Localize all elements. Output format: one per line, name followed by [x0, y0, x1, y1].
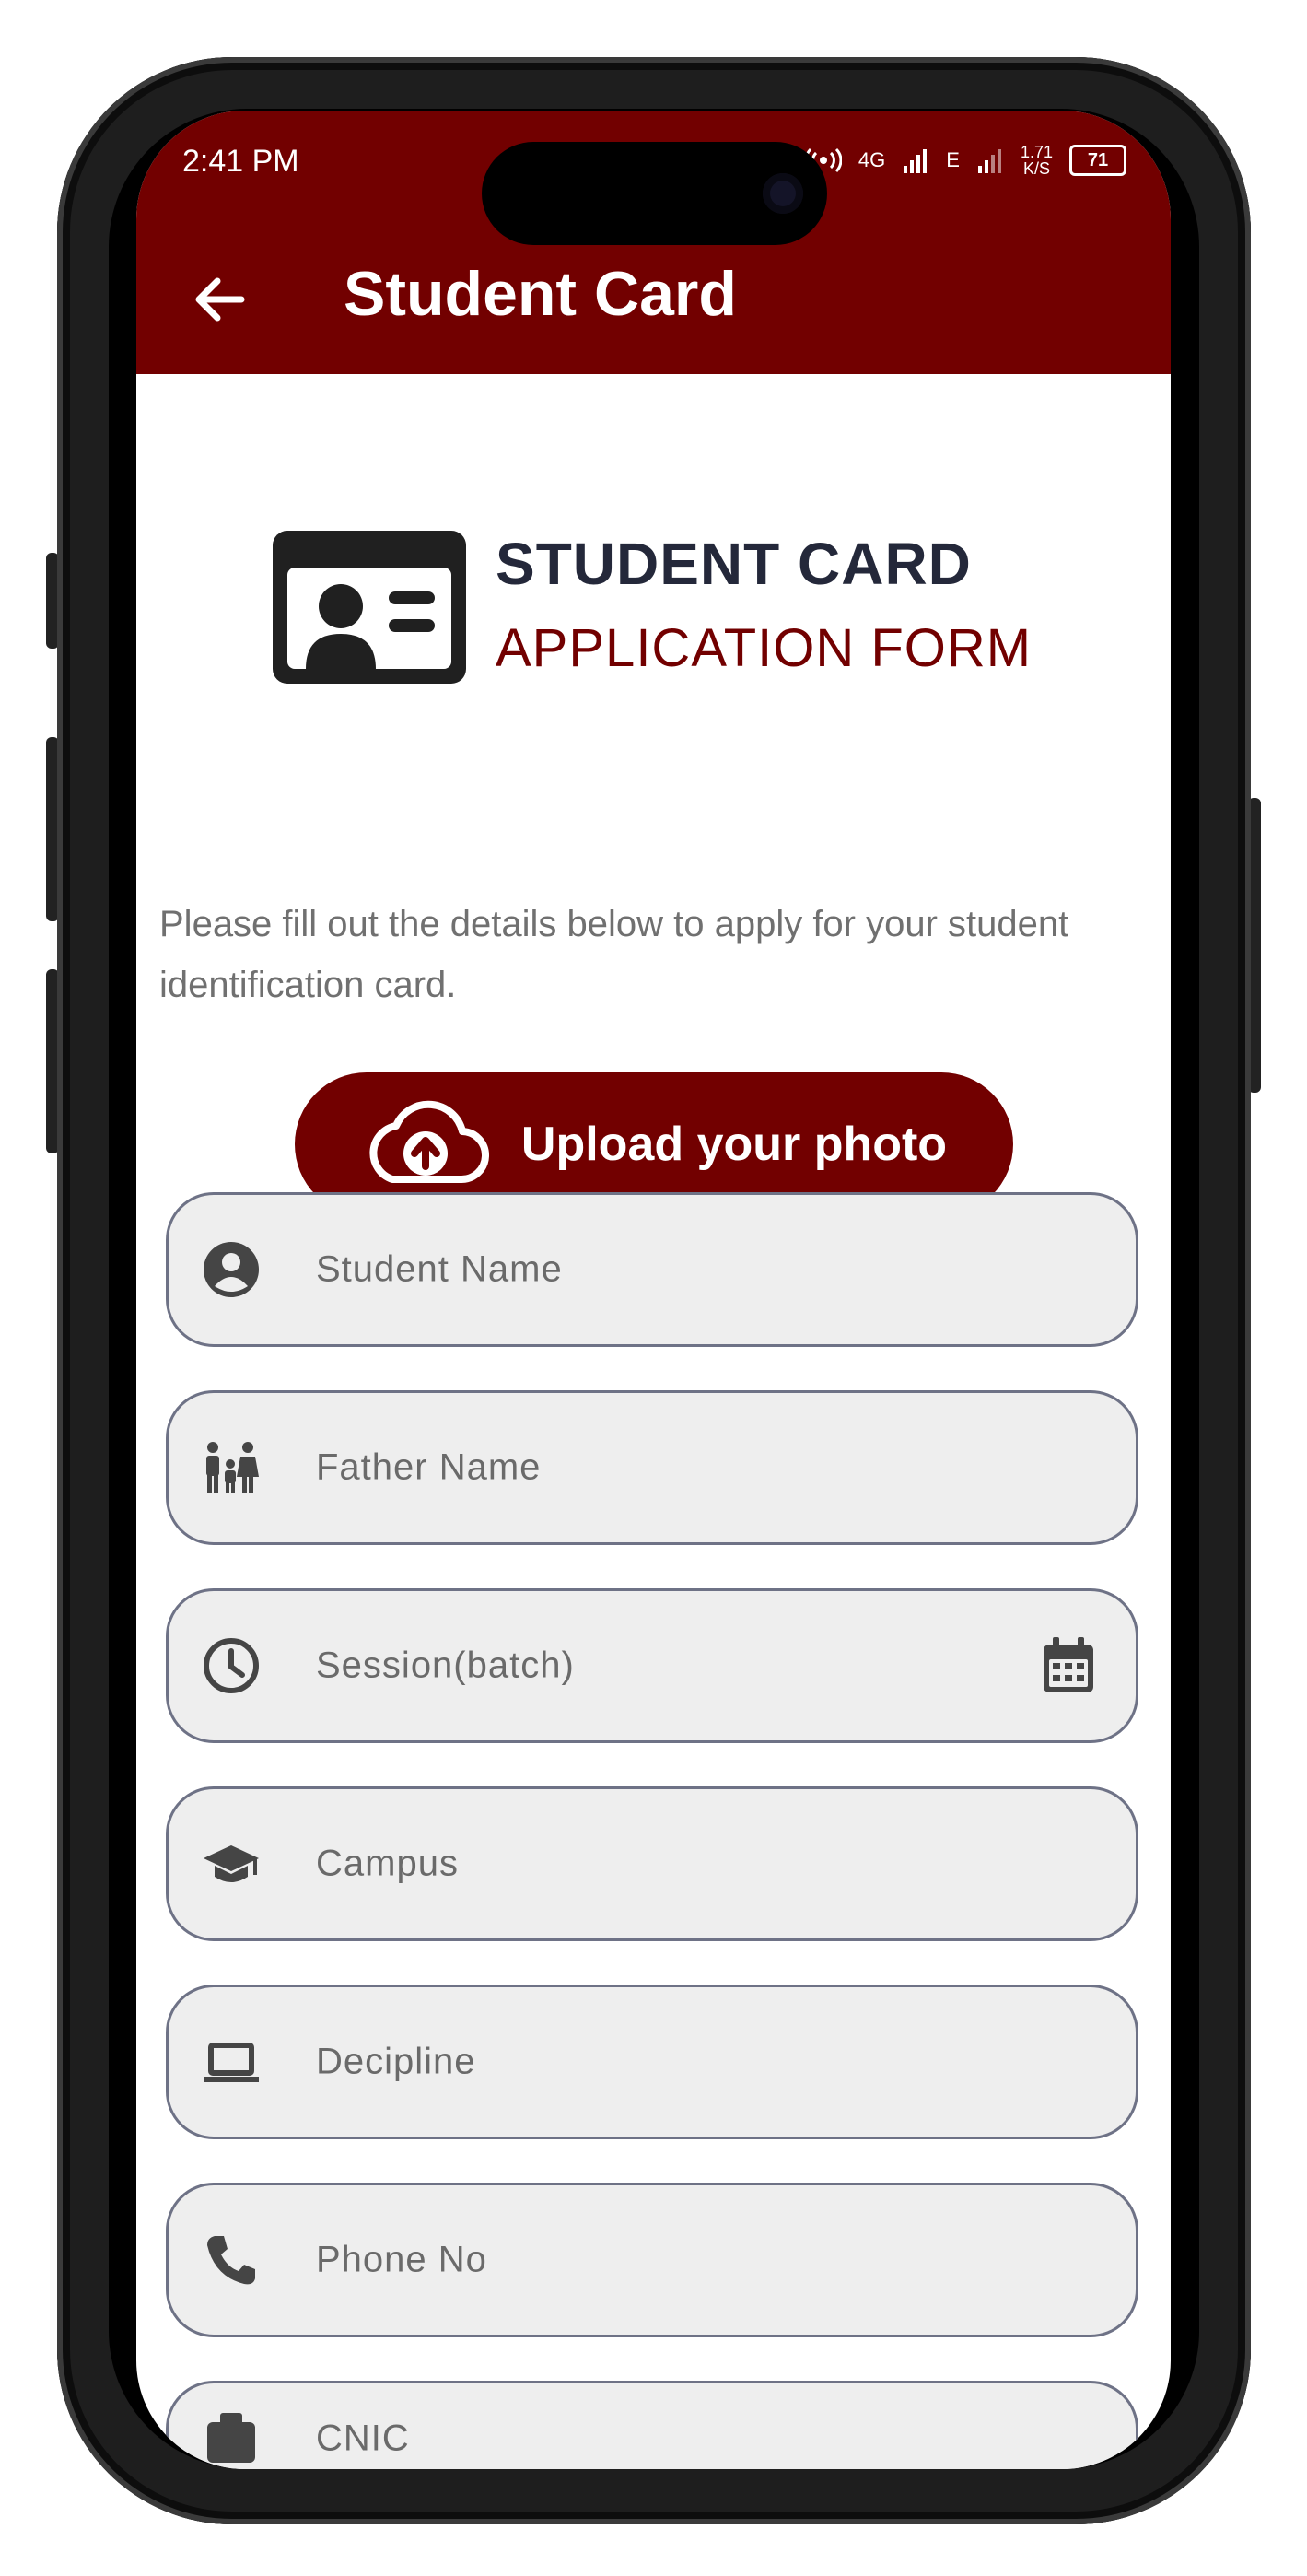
- student-name-field[interactable]: Student Name: [166, 1192, 1138, 1347]
- network-4g-label: 4G: [858, 148, 886, 171]
- dynamic-island: [482, 142, 827, 245]
- campus-field[interactable]: Campus: [166, 1786, 1138, 1941]
- laptop-icon: [204, 2043, 259, 2082]
- cloud-upload-icon: [369, 1100, 489, 1184]
- clock-icon: [204, 1638, 259, 1693]
- father-name-field[interactable]: Father Name: [166, 1390, 1138, 1545]
- network-e-label: E: [946, 148, 960, 171]
- phone-icon: [207, 2236, 255, 2285]
- net-speed-value: 1.71: [1020, 143, 1053, 161]
- upload-photo-label: Upload your photo: [520, 1118, 948, 1171]
- back-arrow-icon[interactable]: [188, 267, 252, 332]
- signal-icon: [904, 149, 928, 173]
- calendar-icon[interactable]: [1040, 1637, 1097, 1694]
- id-card-icon: [273, 531, 466, 684]
- phone-screen: 2:41 PM 4G E 1.71 K/S 71 Student Card ST…: [136, 111, 1171, 2469]
- cnic-placeholder: CNIC: [316, 2418, 410, 2459]
- form-title: STUDENT CARD: [496, 531, 972, 597]
- id-badge-icon: [207, 2413, 255, 2463]
- family-icon: [206, 1442, 259, 1493]
- intro-text: Please fill out the details below to app…: [159, 904, 1069, 1005]
- discipline-placeholder: Decipline: [316, 2041, 476, 2082]
- page-title: Student Card: [344, 259, 737, 329]
- front-camera: [763, 173, 803, 214]
- signal-icon-2: [977, 149, 1001, 173]
- graduation-cap-icon: [204, 1845, 259, 1882]
- net-speed: 1.71 K/S: [1021, 144, 1053, 177]
- form-subtitle: APPLICATION FORM: [496, 618, 1033, 678]
- session-placeholder: Session(batch): [316, 1645, 575, 1686]
- person-icon: [204, 1242, 259, 1297]
- cnic-field[interactable]: CNIC: [166, 2381, 1138, 2469]
- status-time: 2:41 PM: [182, 144, 299, 179]
- student-name-placeholder: Student Name: [316, 1248, 563, 1290]
- campus-placeholder: Campus: [316, 1843, 459, 1884]
- phone-field[interactable]: Phone No: [166, 2183, 1138, 2337]
- session-field[interactable]: Session(batch): [166, 1588, 1138, 1743]
- phone-placeholder: Phone No: [316, 2239, 487, 2280]
- net-speed-unit: K/S: [1022, 159, 1050, 178]
- father-name-placeholder: Father Name: [316, 1446, 542, 1488]
- status-icons: 4G E 1.71 K/S 71: [804, 144, 1126, 177]
- discipline-field[interactable]: Decipline: [166, 1985, 1138, 2139]
- battery-indicator: 71: [1069, 145, 1126, 176]
